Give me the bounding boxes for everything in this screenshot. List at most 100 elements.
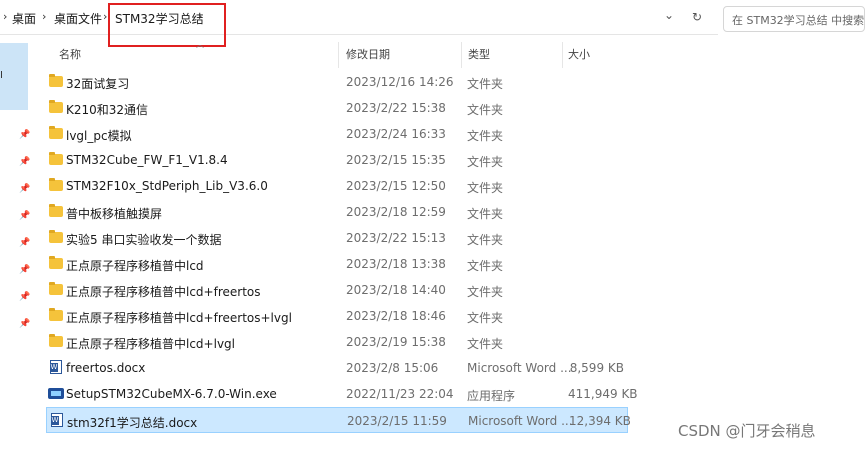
file-name: stm32f1学习总结.docx	[67, 416, 198, 430]
file-type: 文件夹	[467, 285, 504, 299]
folder-icon	[49, 74, 63, 87]
pin-icon[interactable]: 📌	[19, 184, 30, 194]
file-modified-date: 2023/2/15 12:50	[346, 179, 446, 193]
breadcrumb-separator-icon[interactable]: ›	[42, 10, 46, 23]
file-type: 文件夹	[467, 233, 504, 247]
file-type: 文件夹	[467, 103, 504, 117]
file-row[interactable]: freertos.docx 2023/2/8 15:06 Microsoft Wor…	[46, 355, 628, 381]
file-type: 文件夹	[467, 259, 504, 273]
file-type: Microsoft Word ...	[467, 361, 572, 375]
file-type: 文件夹	[467, 181, 504, 195]
file-row[interactable]: 普中板移植触摸屏 2023/2/18 12:59 文件夹	[46, 199, 628, 225]
file-row[interactable]: 正点原子程序移植普中lcd+freertos+lvgl 2023/2/18 18:…	[46, 303, 628, 329]
breadcrumb-separator-icon[interactable]: ›	[3, 10, 7, 23]
file-modified-date: 2022/11/23 22:04	[346, 387, 454, 401]
annotation-highlight-box	[108, 3, 226, 47]
nav-selected-item[interactable]	[0, 43, 28, 110]
file-row[interactable]: K210和32通信 2023/2/22 15:38 文件夹	[46, 95, 628, 121]
file-type: 应用程序	[467, 389, 516, 403]
folder-icon	[49, 334, 63, 347]
file-modified-date: 2023/2/22 15:13	[346, 231, 446, 245]
file-name: lvgl_pc模拟	[66, 129, 132, 143]
file-size: 12,394 KB	[569, 414, 631, 428]
folder-icon	[49, 308, 63, 321]
sort-indicator-icon: ︿	[196, 40, 204, 49]
file-name: 普中板移植触摸屏	[66, 207, 163, 221]
file-name: 正点原子程序移植普中lcd+freertos	[66, 285, 261, 299]
file-row[interactable]: 实验5 串口实验收发一个数据 2023/2/22 15:13 文件夹	[46, 225, 628, 251]
file-modified-date: 2023/2/15 15:35	[346, 153, 446, 167]
file-type: 文件夹	[467, 129, 504, 143]
folder-icon	[49, 204, 63, 217]
column-header-size[interactable]: 大小	[568, 46, 590, 66]
pin-icon[interactable]: 📌	[19, 265, 30, 275]
address-history-dropdown-icon[interactable]: ⌄	[664, 8, 674, 22]
folder-icon	[49, 282, 63, 295]
pin-icon[interactable]: 📌	[19, 292, 30, 302]
folder-icon	[49, 178, 63, 191]
refresh-icon[interactable]: ↻	[692, 10, 702, 24]
file-row[interactable]: 32面试复习 2023/12/16 14:26 文件夹	[46, 69, 628, 95]
file-row[interactable]: 正点原子程序移植普中lcd+freertos 2023/2/18 14:40 文件夹	[46, 277, 628, 303]
column-header-name[interactable]: 名称	[59, 46, 81, 66]
word-document-icon	[50, 360, 62, 374]
file-name: STM32F10x_StdPeriph_Lib_V3.6.0	[66, 179, 268, 193]
file-name: K210和32通信	[66, 103, 149, 117]
file-row[interactable]: lvgl_pc模拟 2023/2/24 16:33 文件夹	[46, 121, 628, 147]
breadcrumb-desktop-files[interactable]: 桌面文件	[54, 10, 102, 27]
folder-icon	[49, 100, 63, 113]
pin-icon[interactable]: 📌	[19, 130, 30, 140]
file-modified-date: 2023/2/8 15:06	[346, 361, 439, 375]
installer-icon	[48, 388, 64, 399]
search-input[interactable]: 在 STM32学习总结 中搜索	[723, 6, 865, 32]
column-header-date[interactable]: 修改日期	[346, 46, 390, 66]
watermark: CSDN @门牙会稍息	[678, 422, 816, 440]
breadcrumb-separator-icon[interactable]: ›	[103, 10, 107, 23]
file-type: 文件夹	[467, 311, 504, 325]
file-modified-date: 2023/2/15 11:59	[347, 414, 447, 428]
file-modified-date: 2023/2/18 13:38	[346, 257, 446, 271]
column-divider[interactable]	[562, 42, 563, 68]
breadcrumb-desktop[interactable]: 桌面	[12, 10, 36, 27]
file-type: 文件夹	[467, 337, 504, 351]
file-modified-date: 2023/2/19 15:38	[346, 335, 446, 349]
pin-icon[interactable]: 📌	[19, 238, 30, 248]
file-modified-date: 2023/2/18 18:46	[346, 309, 446, 323]
folder-icon	[49, 152, 63, 165]
file-row[interactable]: STM32F10x_StdPeriph_Lib_V3.6.0 2023/2/15 …	[46, 173, 628, 199]
folder-icon	[49, 230, 63, 243]
file-name: 32面试复习	[66, 77, 130, 91]
file-type: 文件夹	[467, 207, 504, 221]
column-divider[interactable]	[338, 42, 339, 68]
file-size: 8,599 KB	[569, 361, 624, 375]
nav-item-marker: I	[0, 70, 3, 81]
file-name: freertos.docx	[66, 361, 146, 375]
file-row[interactable]: 正点原子程序移植普中lcd 2023/2/18 13:38 文件夹	[46, 251, 628, 277]
file-name: 正点原子程序移植普中lcd+freertos+lvgl	[66, 311, 292, 325]
file-row[interactable]: stm32f1学习总结.docx 2023/2/15 11:59 Microsoft…	[46, 407, 631, 433]
file-modified-date: 2023/12/16 14:26	[346, 75, 454, 89]
column-header-type[interactable]: 类型	[468, 46, 490, 66]
pin-icon[interactable]: 📌	[19, 157, 30, 167]
file-type: 文件夹	[467, 155, 504, 169]
file-name: 实验5 串口实验收发一个数据	[66, 233, 222, 247]
file-name: STM32Cube_FW_F1_V1.8.4	[66, 153, 228, 167]
column-divider[interactable]	[461, 42, 462, 68]
file-modified-date: 2023/2/18 14:40	[346, 283, 446, 297]
file-row[interactable]: SetupSTM32CubeMX-6.7.0-Win.exe 2022/11/23…	[46, 381, 638, 407]
file-modified-date: 2023/2/24 16:33	[346, 127, 446, 141]
pin-icon[interactable]: 📌	[19, 211, 30, 221]
folder-icon	[49, 256, 63, 269]
file-size: 411,949 KB	[568, 387, 638, 401]
file-type: Microsoft Word ...	[468, 414, 573, 428]
file-type: 文件夹	[467, 77, 504, 91]
folder-icon	[49, 126, 63, 139]
file-name: 正点原子程序移植普中lcd+lvgl	[66, 337, 235, 351]
word-document-icon	[51, 413, 63, 427]
file-name: SetupSTM32CubeMX-6.7.0-Win.exe	[66, 387, 277, 401]
file-modified-date: 2023/2/22 15:38	[346, 101, 446, 115]
pin-icon[interactable]: 📌	[19, 319, 30, 329]
file-row[interactable]: 正点原子程序移植普中lcd+lvgl 2023/2/19 15:38 文件夹	[46, 329, 628, 355]
file-row[interactable]: STM32Cube_FW_F1_V1.8.4 2023/2/15 15:35 文件夹	[46, 147, 628, 173]
file-modified-date: 2023/2/18 12:59	[346, 205, 446, 219]
